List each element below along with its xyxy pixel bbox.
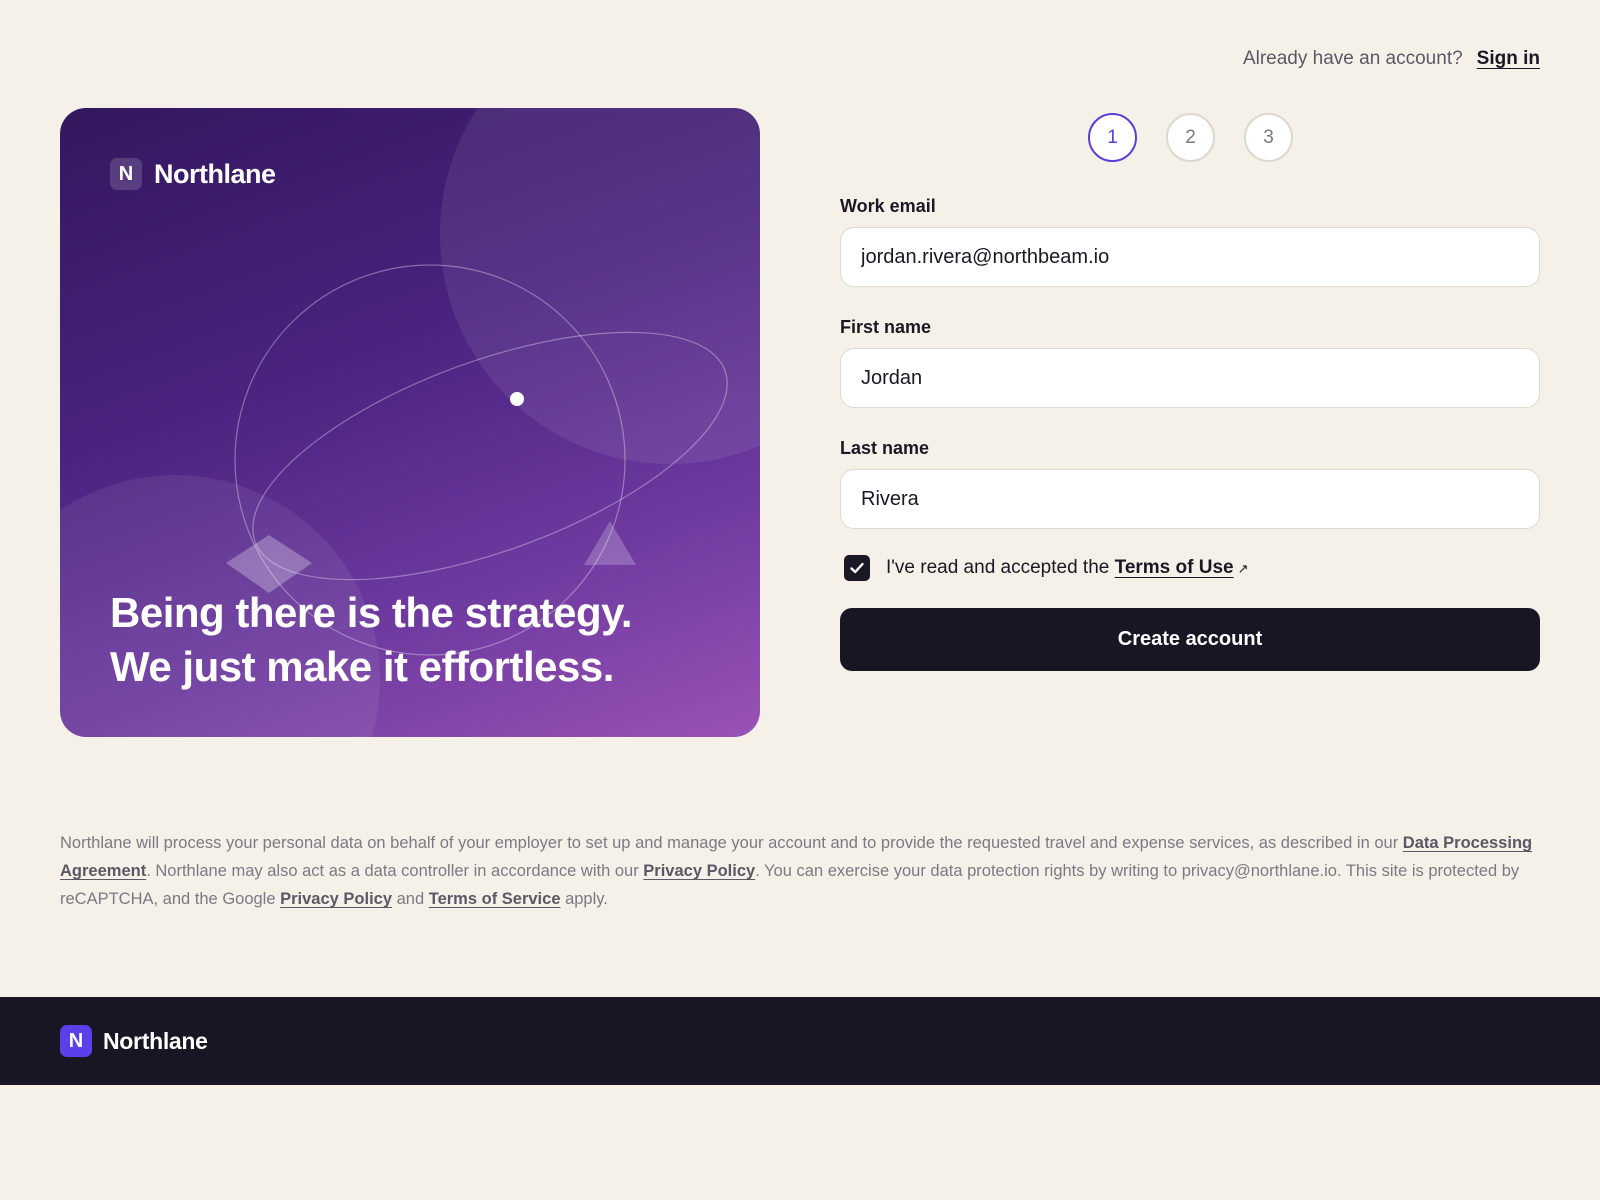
legal-notice: Northlane will process your personal dat… bbox=[60, 829, 1550, 913]
last-name-label: Last name bbox=[840, 438, 930, 458]
legal-text-4: and bbox=[392, 890, 429, 908]
create-account-button[interactable]: Create account bbox=[840, 608, 1540, 671]
hero-card: N Northlane Being there is the strategy.… bbox=[60, 108, 760, 737]
terms-row: I've read and accepted the Terms of Use ↗ bbox=[844, 555, 1540, 581]
terms-text: I've read and accepted the Terms of Use ↗ bbox=[886, 557, 1249, 579]
hero-brand: N Northlane bbox=[110, 158, 276, 190]
hero-headline-line1: Being there is the strategy. bbox=[110, 589, 633, 636]
checkmark-icon bbox=[850, 562, 864, 574]
hero-bg-circle-large bbox=[440, 108, 760, 464]
legal-text-5: apply. bbox=[560, 890, 608, 908]
hero-orbit-dot bbox=[510, 392, 524, 406]
terms-checkbox[interactable] bbox=[844, 555, 870, 581]
step-3[interactable]: 3 bbox=[1244, 113, 1293, 162]
hero-triangle-shape bbox=[584, 521, 636, 565]
google-terms-of-service-link[interactable]: Terms of Service bbox=[429, 890, 561, 908]
signup-page: Already have an account? Sign in N North… bbox=[0, 0, 1600, 1200]
footer-brand-name: Northlane bbox=[103, 1027, 208, 1054]
terms-prefix: I've read and accepted the bbox=[886, 557, 1110, 578]
first-name-field-group: First name bbox=[840, 317, 1540, 408]
legal-text-2: . Northlane may also act as a data contr… bbox=[146, 862, 644, 880]
email-field-group: Work email bbox=[840, 196, 1540, 287]
signin-link[interactable]: Sign in bbox=[1477, 48, 1540, 70]
step-2[interactable]: 2 bbox=[1166, 113, 1215, 162]
privacy-policy-link[interactable]: Privacy Policy bbox=[643, 862, 755, 880]
first-name-label: First name bbox=[840, 317, 932, 337]
google-privacy-policy-link[interactable]: Privacy Policy bbox=[280, 890, 392, 908]
last-name-field[interactable] bbox=[840, 469, 1540, 529]
terms-of-use-link[interactable]: Terms of Use bbox=[1115, 557, 1234, 578]
email-label: Work email bbox=[840, 196, 936, 216]
hero-brand-name: Northlane bbox=[154, 158, 276, 189]
hero-headline: Being there is the strategy. We just mak… bbox=[110, 586, 730, 694]
legal-text-1: Northlane will process your personal dat… bbox=[60, 834, 1403, 852]
signup-stepper: 1 2 3 bbox=[1088, 113, 1293, 162]
signin-prompt-text: Already have an account? bbox=[1242, 48, 1463, 69]
footer-logo-icon: N bbox=[60, 1025, 92, 1057]
step-1[interactable]: 1 bbox=[1088, 113, 1137, 162]
external-link-icon: ↗ bbox=[1237, 561, 1249, 576]
northlane-logo-icon: N bbox=[110, 158, 142, 190]
footer: N Northlane bbox=[0, 997, 1600, 1085]
last-name-field-group: Last name bbox=[840, 438, 1540, 529]
hero-headline-line2: We just make it effortless. bbox=[110, 643, 614, 690]
email-field[interactable] bbox=[840, 227, 1540, 287]
signin-prompt-row: Already have an account? Sign in bbox=[1243, 48, 1540, 70]
first-name-field[interactable] bbox=[840, 348, 1540, 408]
signup-form: Work email First name Last name I've rea… bbox=[840, 196, 1540, 671]
